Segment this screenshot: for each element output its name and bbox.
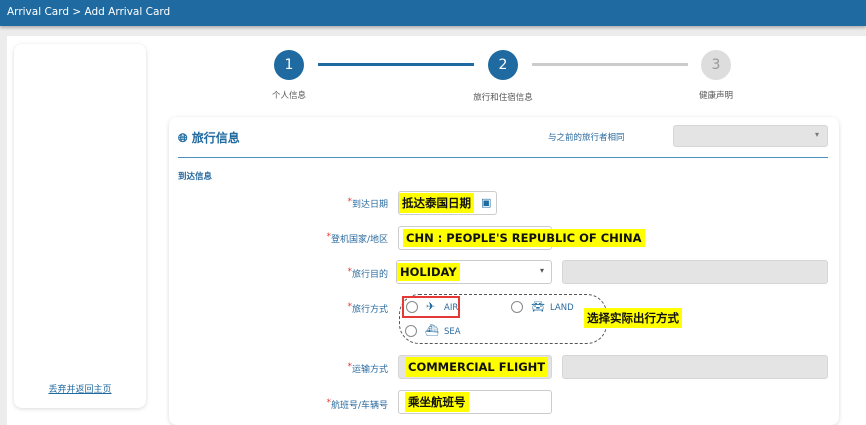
car-icon: 🚘︎ xyxy=(531,300,545,313)
globe-icon: 🌐︎ xyxy=(178,131,188,145)
chevron-down-icon: ▾ xyxy=(539,266,544,275)
transport-label: *运输方式 xyxy=(347,362,388,375)
divider xyxy=(178,157,828,158)
airplane-icon: ✈ xyxy=(426,300,436,313)
section-header: 🌐︎ 旅行信息 xyxy=(178,129,240,146)
radio-land-label[interactable]: LAND xyxy=(550,303,574,313)
breadcrumb: Arrival Card > Add Arrival Card xyxy=(0,0,866,26)
step-3: 3 xyxy=(701,50,731,80)
ship-icon: ⛴ xyxy=(425,324,439,337)
arrival-date-input[interactable]: 抵达泰国日期 ▣ xyxy=(398,191,497,215)
same-as-label: 与之前的旅行者相同 xyxy=(548,133,625,143)
step-progress-line xyxy=(318,63,474,66)
step-progress-line xyxy=(532,63,688,66)
purpose-label: *旅行目的 xyxy=(347,267,388,280)
purpose-select[interactable]: HOLIDAY ▾ xyxy=(396,260,552,284)
step-1: 1 xyxy=(274,50,304,80)
boarding-country-label: *登机国家/地区 xyxy=(326,232,388,245)
purpose-other-input[interactable] xyxy=(562,260,828,284)
radio-sea-label[interactable]: SEA xyxy=(444,327,461,337)
travel-mode-label: *旅行方式 xyxy=(347,302,388,315)
calendar-icon[interactable]: ▣ xyxy=(481,196,491,209)
radio-land[interactable] xyxy=(511,301,523,313)
step-2: 2 xyxy=(488,50,518,80)
discard-return-home-link[interactable]: 丢弃并返回主页 xyxy=(14,382,146,395)
flight-no-input[interactable]: 乘坐航班号 xyxy=(398,390,552,414)
travel-mode-note: 选择实际出行方式 xyxy=(584,308,682,328)
flight-no-value: 乘坐航班号 xyxy=(405,392,469,412)
purpose-value: HOLIDAY xyxy=(397,263,460,281)
chevron-down-icon: ▾ xyxy=(814,130,819,139)
arrival-date-value: 抵达泰国日期 xyxy=(399,193,474,213)
section-title: 旅行信息 xyxy=(191,131,240,145)
radio-air-label[interactable]: AIR xyxy=(444,303,458,313)
transport-other-input[interactable] xyxy=(562,355,828,379)
step-1-label: 个人信息 xyxy=(271,91,306,101)
transport-select[interactable]: COMMERCIAL FLIGHT xyxy=(398,355,552,379)
arrival-info-subtitle: 到达信息 xyxy=(178,172,213,182)
radio-sea[interactable] xyxy=(405,325,417,337)
arrival-date-label: *到达日期 xyxy=(347,197,388,210)
same-as-traveller-select[interactable]: ▾ xyxy=(673,125,828,147)
radio-air[interactable] xyxy=(406,301,418,313)
step-2-label: 旅行和住宿信息 xyxy=(473,93,533,103)
step-3-label: 健康声明 xyxy=(698,91,733,101)
boarding-country-value: CHN : PEOPLE'S REPUBLIC OF CHINA xyxy=(403,229,645,247)
transport-value: COMMERCIAL FLIGHT xyxy=(405,357,549,377)
sidebar: 丢弃并返回主页 xyxy=(14,44,146,408)
flight-no-label: *航班号/车辆号 xyxy=(326,398,388,411)
